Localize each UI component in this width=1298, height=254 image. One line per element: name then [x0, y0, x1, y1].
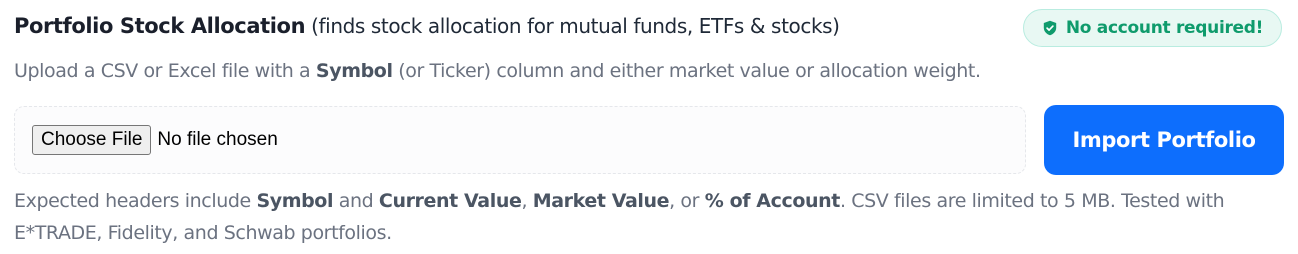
- file-input-area[interactable]: Choose File No file chosen: [14, 106, 1026, 174]
- market-value-term: Market Value: [532, 190, 670, 212]
- notes-text: ,: [521, 190, 533, 212]
- file-status-text: No file chosen: [157, 129, 278, 150]
- notes-text: , or: [669, 190, 705, 212]
- instructions-text: (or Ticker) column and either market val…: [392, 60, 981, 82]
- pct-account-term: % of Account: [704, 190, 841, 212]
- upload-instructions: Upload a CSV or Excel file with a Symbol…: [14, 60, 981, 82]
- instructions-text: Upload a CSV or Excel file with a: [14, 60, 316, 82]
- current-value-term: Current Value: [378, 190, 522, 212]
- no-account-badge: No account required!: [1023, 9, 1282, 47]
- badge-text: No account required!: [1065, 18, 1264, 38]
- page-header: Portfolio Stock Allocation (finds stock …: [14, 8, 1014, 44]
- choose-file-button[interactable]: Choose File: [32, 125, 152, 155]
- page-title: Portfolio Stock Allocation: [14, 14, 306, 38]
- expected-headers-note: Expected headers include Symbol and Curr…: [14, 185, 1284, 249]
- shield-check-icon: [1042, 20, 1058, 36]
- symbol-header-term: Symbol: [256, 190, 334, 212]
- notes-text: Expected headers include: [14, 190, 257, 212]
- symbol-term: Symbol: [315, 60, 393, 82]
- page-subtitle: (finds stock allocation for mutual funds…: [311, 14, 840, 38]
- notes-text: and: [333, 190, 379, 212]
- import-portfolio-button[interactable]: Import Portfolio: [1044, 105, 1284, 175]
